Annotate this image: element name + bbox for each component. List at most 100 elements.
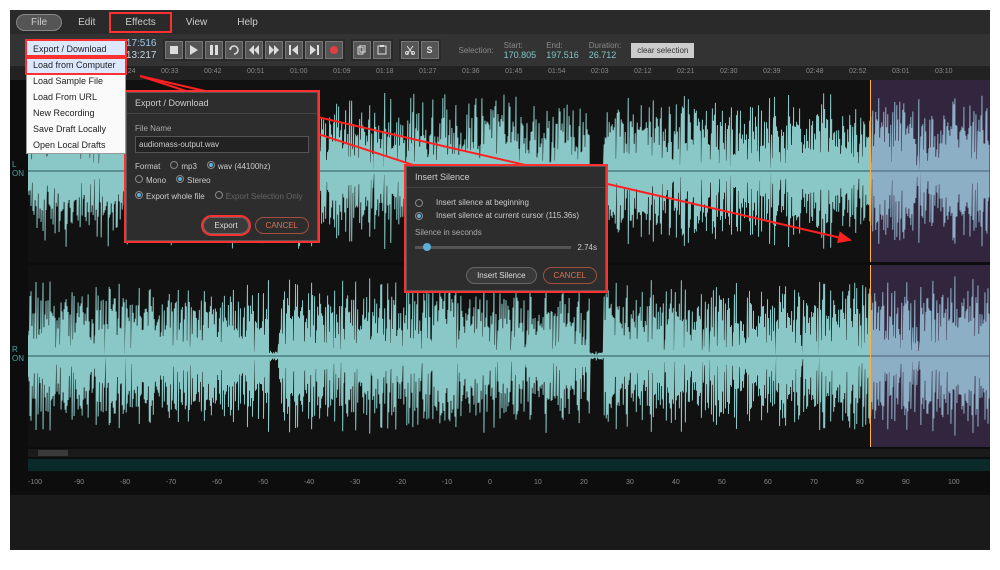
bottom-tick: 60 xyxy=(764,479,772,486)
menu-file[interactable]: File xyxy=(16,14,62,31)
ruler-tick: 01:27 xyxy=(419,68,437,75)
ruler-tick: 01:36 xyxy=(462,68,480,75)
export-whole-radio[interactable] xyxy=(135,191,143,199)
minimap[interactable] xyxy=(28,459,990,471)
sel-start-label: Start: xyxy=(504,41,537,50)
stereo-radio[interactable] xyxy=(176,175,184,183)
ruler-tick: 01:09 xyxy=(333,68,351,75)
bottom-tick: -10 xyxy=(442,479,452,486)
record-button[interactable] xyxy=(325,41,343,59)
insert-silence-button[interactable]: Insert Silence xyxy=(466,267,536,284)
silence-seconds-value: 2.74s xyxy=(577,243,597,252)
skip-back-button[interactable] xyxy=(245,41,263,59)
file-menu-open-drafts[interactable]: Open Local Drafts xyxy=(27,137,125,153)
bottom-tick: -80 xyxy=(120,479,130,486)
silence-seconds-slider[interactable] xyxy=(415,246,571,249)
export-button[interactable]: Export xyxy=(203,217,248,234)
ruler-tick: 02:30 xyxy=(720,68,738,75)
silence-cursor-radio[interactable] xyxy=(415,212,423,220)
export-dialog: Export / Download File Name Format mp3 w… xyxy=(126,92,318,241)
file-menu-save-draft[interactable]: Save Draft Locally xyxy=(27,121,125,137)
file-menu-load-url[interactable]: Load From URL xyxy=(27,89,125,105)
bottom-tick: 20 xyxy=(580,479,588,486)
ruler-tick: 00:42 xyxy=(204,68,222,75)
insert-silence-dialog: Insert Silence Insert silence at beginni… xyxy=(406,166,606,291)
cut-button[interactable] xyxy=(401,41,419,59)
menu-effects[interactable]: Effects xyxy=(111,14,169,31)
bottom-tick: 40 xyxy=(672,479,680,486)
silence-begin-radio[interactable] xyxy=(415,199,423,207)
ruler-tick: 02:48 xyxy=(806,68,824,75)
menu-edit[interactable]: Edit xyxy=(64,14,109,31)
skip-end-button[interactable] xyxy=(305,41,323,59)
bottom-tick: 10 xyxy=(534,479,542,486)
sel-end-value: 197.516 xyxy=(546,50,579,60)
left-channel-label: LON xyxy=(12,160,24,178)
ruler-tick: 01:45 xyxy=(505,68,523,75)
play-button[interactable] xyxy=(185,41,203,59)
selection-region[interactable] xyxy=(870,80,990,262)
mono-radio[interactable] xyxy=(135,175,143,183)
export-dialog-title: Export / Download xyxy=(127,93,317,114)
bottom-tick: 80 xyxy=(856,479,864,486)
bottom-tick: 50 xyxy=(718,479,726,486)
sel-end-label: End: xyxy=(546,41,579,50)
ruler-tick: 02:03 xyxy=(591,68,609,75)
file-menu-export[interactable]: Export / Download xyxy=(27,41,125,57)
ruler-tick: 02:52 xyxy=(849,68,867,75)
bottom-tick: -60 xyxy=(212,479,222,486)
waveform-right[interactable] xyxy=(28,265,990,447)
skip-fwd-button[interactable] xyxy=(265,41,283,59)
bottom-tick: -100 xyxy=(28,479,42,486)
silence-dialog-title: Insert Silence xyxy=(407,167,605,188)
paste-button[interactable] xyxy=(373,41,391,59)
sel-start-value: 170.805 xyxy=(504,50,537,60)
filename-label: File Name xyxy=(135,124,309,133)
ruler-tick: 02:21 xyxy=(677,68,695,75)
s-button[interactable]: S xyxy=(421,41,439,59)
menu-help[interactable]: Help xyxy=(223,14,272,31)
pause-button[interactable] xyxy=(205,41,223,59)
file-dropdown: Export / Download Load from Computer Loa… xyxy=(26,40,126,154)
ruler-tick: 01:00 xyxy=(290,68,308,75)
bottom-tick: 30 xyxy=(626,479,634,486)
ruler-tick: 00:51 xyxy=(247,68,265,75)
export-cancel-button[interactable]: CANCEL xyxy=(255,217,309,234)
menu-view[interactable]: View xyxy=(172,14,222,31)
ruler-tick: 02:12 xyxy=(634,68,652,75)
sel-duration-value: 26.712 xyxy=(589,50,621,60)
ruler-tick: 03:01 xyxy=(892,68,910,75)
bottom-ruler: -100-90-80-70-60-50-40-30-20-10010203040… xyxy=(28,475,990,491)
bottom-tick: -40 xyxy=(304,479,314,486)
format-label: Format xyxy=(135,162,160,171)
ruler-tick: 01:54 xyxy=(548,68,566,75)
silence-cancel-button[interactable]: CANCEL xyxy=(543,267,597,284)
horizontal-scrollbar[interactable] xyxy=(28,449,990,457)
file-menu-load-computer[interactable]: Load from Computer xyxy=(27,57,125,73)
export-selection-radio[interactable] xyxy=(215,191,223,199)
skip-start-button[interactable] xyxy=(285,41,303,59)
format-mp3-radio[interactable] xyxy=(170,161,178,169)
bottom-tick: -50 xyxy=(258,479,268,486)
bottom-tick: 70 xyxy=(810,479,818,486)
ruler-tick: 00:33 xyxy=(161,68,179,75)
file-menu-load-sample[interactable]: Load Sample File xyxy=(27,73,125,89)
selection-region[interactable] xyxy=(870,265,990,447)
file-menu-new-recording[interactable]: New Recording xyxy=(27,105,125,121)
copy-button[interactable] xyxy=(353,41,371,59)
ruler-tick: 02:39 xyxy=(763,68,781,75)
stop-button[interactable] xyxy=(165,41,183,59)
filename-input[interactable] xyxy=(135,136,309,153)
bottom-tick: -20 xyxy=(396,479,406,486)
clear-selection-button[interactable]: clear selection xyxy=(631,43,694,58)
bottom-tick: 0 xyxy=(488,479,492,486)
right-channel-label: RON xyxy=(12,345,24,363)
bottom-tick: -30 xyxy=(350,479,360,486)
bottom-tick: 100 xyxy=(948,479,960,486)
loop-button[interactable] xyxy=(225,41,243,59)
format-wav-radio[interactable] xyxy=(207,161,215,169)
bottom-tick: -90 xyxy=(74,479,84,486)
time-ruler[interactable]: 00:0600:1500:2400:3300:4200:5101:0001:09… xyxy=(10,66,990,80)
bottom-tick: -70 xyxy=(166,479,176,486)
silence-seconds-label: Silence in seconds xyxy=(415,228,597,237)
